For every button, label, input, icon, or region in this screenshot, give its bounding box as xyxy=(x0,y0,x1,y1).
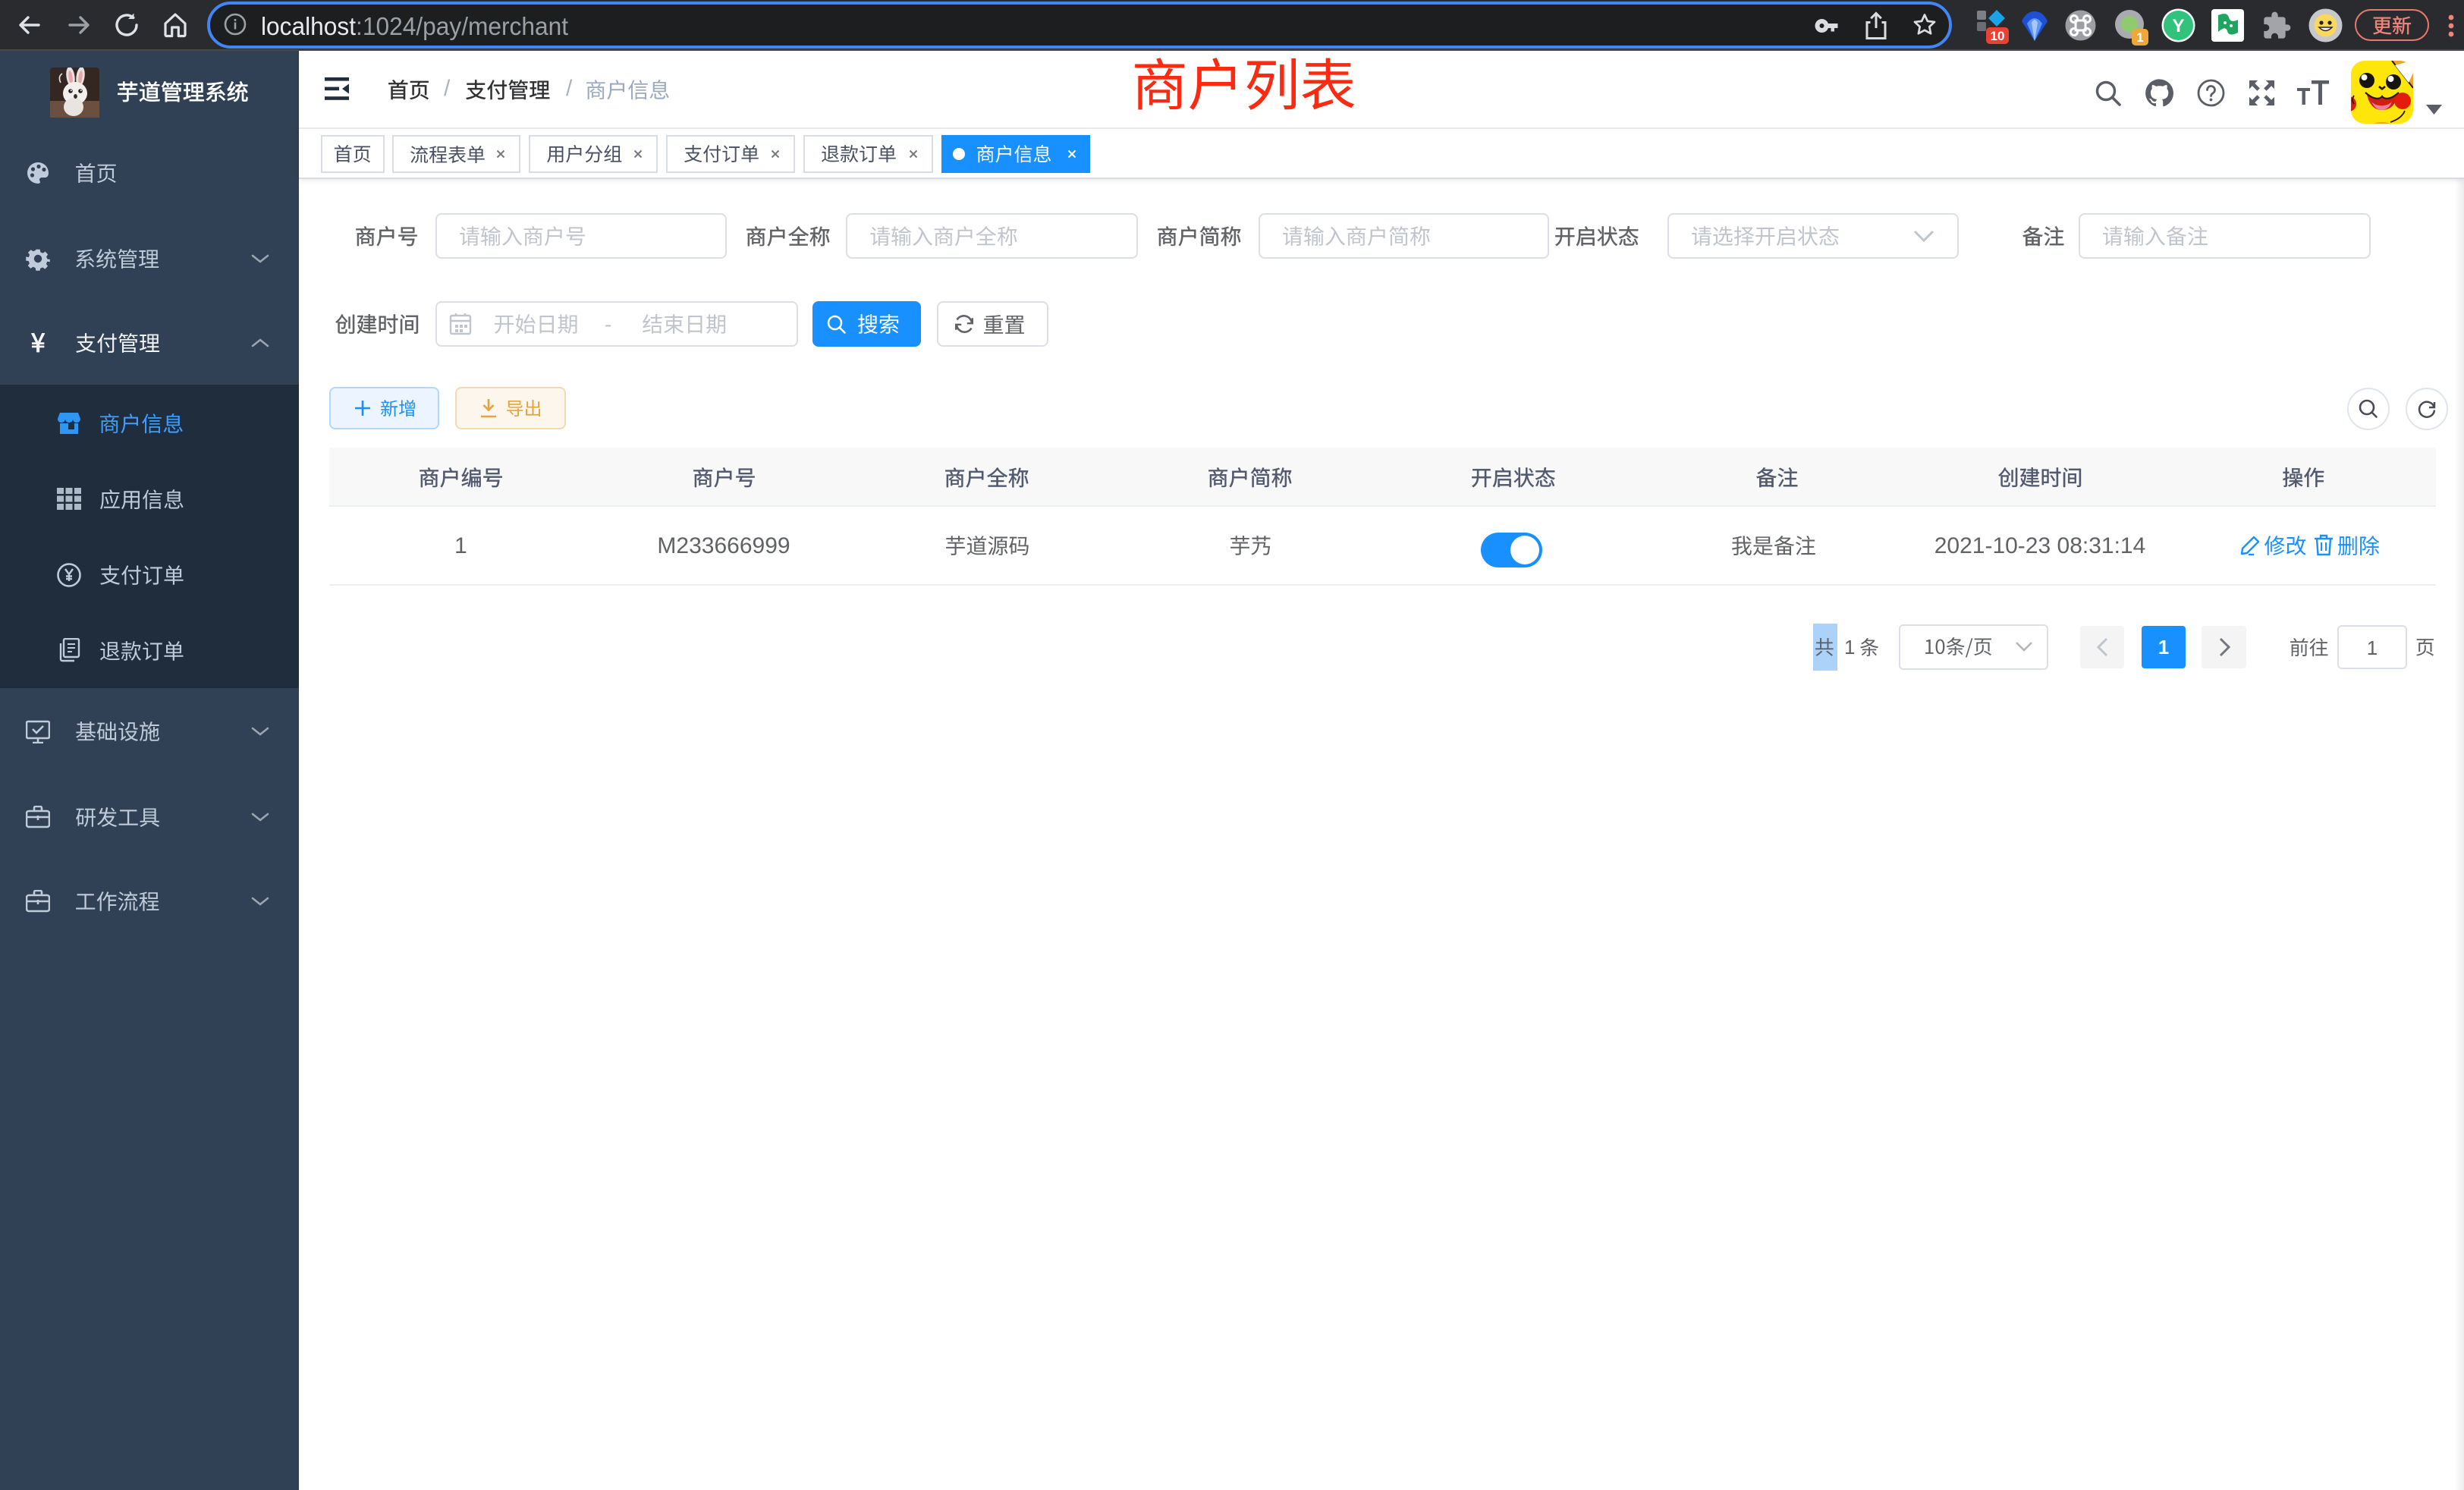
svg-text:1: 1 xyxy=(2136,30,2143,45)
svg-text:Y: Y xyxy=(2172,16,2184,36)
svg-text:10: 10 xyxy=(1991,29,2005,43)
